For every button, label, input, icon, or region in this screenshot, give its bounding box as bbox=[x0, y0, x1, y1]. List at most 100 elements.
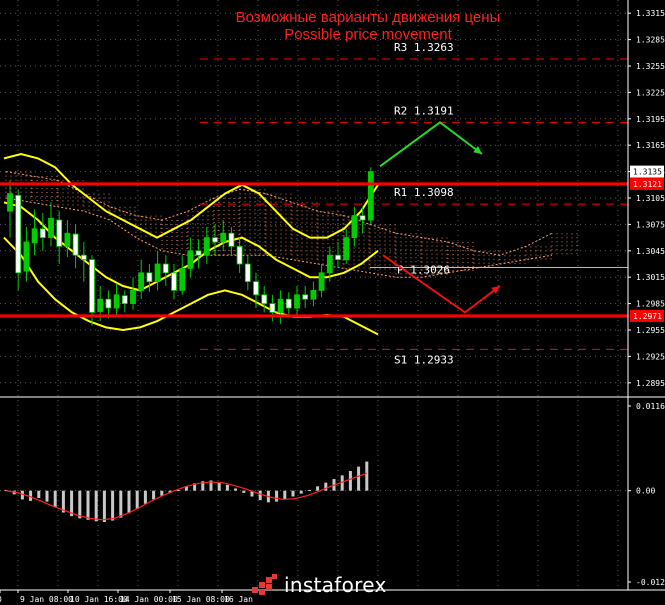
time-tick-label: 0 bbox=[0, 595, 2, 604]
time-tick-label: 9 Jan 08:00 bbox=[20, 595, 73, 604]
osc-bar bbox=[275, 490, 279, 502]
price-tick-label: 1.2985 bbox=[636, 300, 665, 309]
osc-bar bbox=[225, 484, 229, 491]
candle-body bbox=[23, 241, 30, 272]
osc-bar bbox=[37, 490, 41, 498]
candle-body bbox=[253, 281, 259, 296]
pivot-level-label: S1 1.2933 bbox=[394, 353, 454, 366]
candle-body bbox=[294, 294, 300, 309]
candle-body bbox=[80, 254, 87, 260]
chart-title-en: Possible price movement bbox=[284, 26, 452, 43]
candle-body bbox=[171, 272, 177, 291]
osc-tick-label: 0.00 bbox=[636, 487, 655, 496]
candle-body bbox=[285, 298, 292, 309]
candle-body bbox=[97, 298, 104, 312]
candle-body bbox=[326, 254, 333, 274]
osc-bar bbox=[127, 490, 131, 514]
osc-bar bbox=[357, 466, 361, 491]
osc-bar bbox=[217, 481, 221, 491]
time-tick-label: 15 Jan 08:00 bbox=[172, 595, 230, 604]
candle-body bbox=[359, 215, 366, 221]
candle-body bbox=[7, 193, 13, 212]
candle-body bbox=[261, 294, 268, 304]
candle-body bbox=[48, 217, 54, 239]
candle-body bbox=[179, 267, 186, 291]
price-tick-label: 1.3255 bbox=[636, 62, 665, 71]
candle-body bbox=[187, 250, 194, 269]
candle-body bbox=[343, 237, 350, 261]
brand-name: instaforex bbox=[284, 573, 387, 597]
osc-bar bbox=[111, 490, 115, 521]
price-tick-label: 1.3075 bbox=[636, 220, 665, 229]
time-tick-label: 16 Jan bbox=[224, 595, 253, 604]
key-level-tag-label: 1.2971 bbox=[633, 312, 662, 321]
osc-tick-label: -0.01254 bbox=[636, 578, 665, 587]
candle-body bbox=[146, 272, 153, 282]
candle-body bbox=[130, 289, 136, 304]
price-tick-label: 1.3315 bbox=[636, 9, 665, 18]
candle-body bbox=[15, 194, 22, 274]
osc-bar bbox=[143, 490, 147, 504]
candle-body bbox=[203, 237, 210, 256]
osc-bar bbox=[258, 490, 262, 501]
candle-body bbox=[113, 294, 120, 309]
instaforex-brand: instaforex bbox=[252, 574, 432, 598]
chart-canvas: R3 1.3263R2 1.3191R1 1.3098P 1.3026S1 1.… bbox=[0, 0, 665, 605]
osc-bar bbox=[45, 490, 49, 502]
osc-bar bbox=[291, 490, 295, 497]
osc-bar bbox=[242, 490, 246, 493]
price-tick-label: 1.3045 bbox=[636, 247, 665, 256]
instaforex-logo bbox=[252, 574, 277, 595]
osc-bar bbox=[307, 489, 311, 491]
osc-bar bbox=[53, 490, 57, 507]
candle-body bbox=[318, 272, 325, 291]
candle-body bbox=[367, 171, 374, 221]
candle-body bbox=[39, 228, 46, 239]
price-tick-label: 1.3285 bbox=[636, 36, 665, 45]
candle-body bbox=[220, 232, 227, 243]
candle-body bbox=[162, 263, 169, 274]
osc-bar bbox=[283, 490, 287, 500]
candle-body bbox=[351, 215, 358, 239]
candle-body bbox=[302, 294, 309, 300]
candle-body bbox=[72, 233, 79, 256]
osc-bar bbox=[316, 486, 320, 491]
candle-body bbox=[236, 245, 243, 265]
price-tick-label: 1.2955 bbox=[636, 326, 665, 335]
candle-body bbox=[154, 263, 161, 283]
candle-body bbox=[64, 232, 71, 247]
candle-body bbox=[31, 228, 38, 244]
osc-bar bbox=[102, 490, 106, 522]
price-tick-label: 1.2925 bbox=[636, 352, 665, 361]
pivot-level-label: R1 1.3098 bbox=[394, 186, 454, 199]
price-tick-label: 1.3105 bbox=[636, 194, 665, 203]
candle-body bbox=[56, 219, 63, 247]
candle-body bbox=[212, 237, 218, 243]
pivot-level-label: R2 1.3191 bbox=[394, 104, 454, 117]
osc-bar bbox=[152, 490, 156, 500]
candle-body bbox=[244, 263, 251, 283]
candle-body bbox=[121, 295, 128, 304]
osc-bar bbox=[348, 471, 352, 491]
current-price-label: 1.3135 bbox=[633, 168, 662, 177]
candle-body bbox=[310, 289, 317, 300]
time-tick-label: 14 Jan 00:00 bbox=[120, 595, 178, 604]
osc-bar bbox=[94, 490, 98, 522]
osc-bar bbox=[78, 490, 82, 519]
candle-body bbox=[269, 303, 276, 313]
osc-bar bbox=[234, 488, 238, 491]
candle-body bbox=[335, 254, 341, 260]
candle-body bbox=[277, 298, 284, 313]
osc-bar bbox=[86, 490, 90, 520]
chart-title-ru: Возможные варианты движения цены bbox=[236, 9, 501, 26]
candle-body bbox=[138, 272, 145, 291]
osc-bar bbox=[365, 461, 369, 491]
candle-body bbox=[228, 232, 235, 247]
price-tick-label: 1.3015 bbox=[636, 273, 665, 282]
price-tick-label: 1.3165 bbox=[636, 141, 665, 150]
candle-body bbox=[105, 298, 112, 309]
price-tick-label: 1.2895 bbox=[636, 379, 665, 388]
candle-body bbox=[195, 250, 202, 256]
price-tick-label: 1.3225 bbox=[636, 88, 665, 97]
key-level-tag-label: 1.3121 bbox=[633, 180, 662, 189]
